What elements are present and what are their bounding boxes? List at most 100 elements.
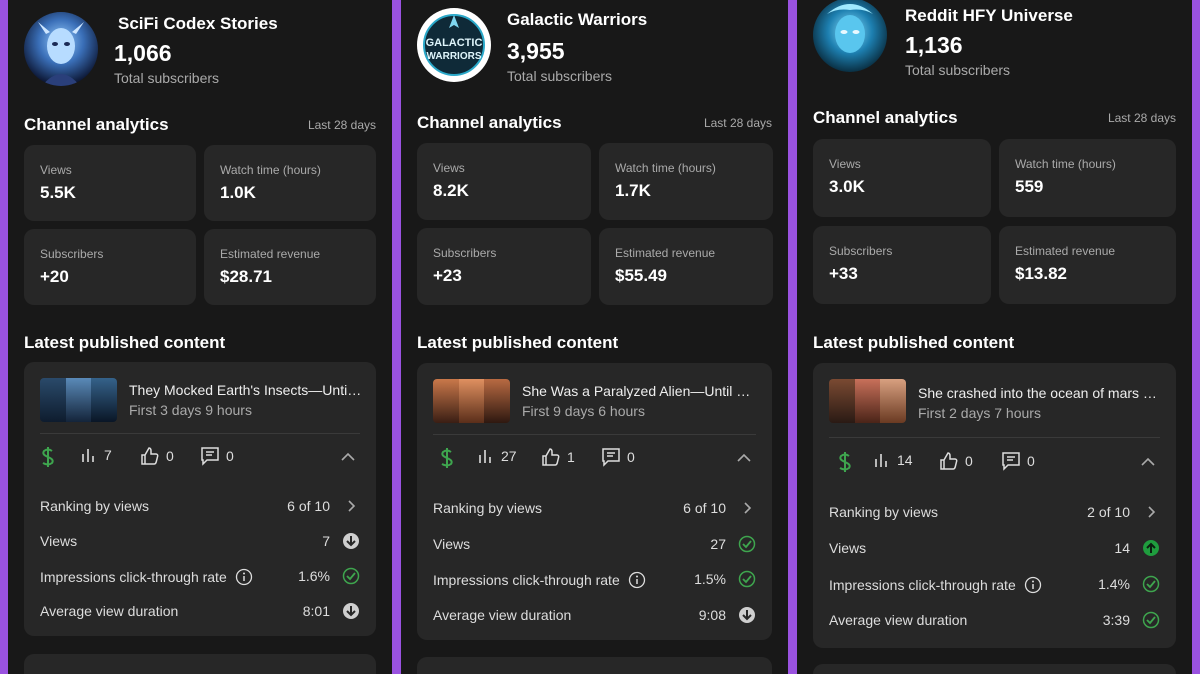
latest-video-card[interactable]: She Was a Paralyzed Alien—Until a Human …	[417, 363, 772, 640]
subscribers-value: +23	[433, 266, 462, 285]
subscribers-value: +20	[40, 267, 69, 286]
watch-time-tile[interactable]: Watch time (hours) 1.7K	[599, 143, 773, 220]
watch-time-value: 559	[1015, 177, 1044, 196]
latest-content-title: Latest published content	[813, 333, 1015, 352]
avd-label: Average view duration	[40, 603, 179, 619]
next-card-stub	[417, 657, 772, 674]
subscribers-tile[interactable]: Subscribers +33	[813, 226, 991, 304]
channel-name[interactable]: Galactic Warriors	[507, 10, 647, 30]
chevron-right-icon[interactable]	[738, 499, 756, 517]
ranking-label: Ranking by views	[40, 498, 149, 514]
thumbs-up-icon	[141, 447, 159, 465]
video-thumbnail[interactable]	[433, 379, 510, 423]
views-metric: 7	[80, 446, 112, 464]
avd-value: 9:08	[698, 607, 726, 623]
views-tile[interactable]: Views 8.2K	[417, 143, 591, 220]
video-period: First 2 days 7 hours	[918, 405, 1041, 421]
info-icon[interactable]	[1024, 576, 1042, 594]
chevron-up-icon[interactable]	[1140, 455, 1156, 473]
ranking-label: Ranking by views	[829, 504, 938, 520]
subscribers-value: +33	[829, 264, 858, 283]
avd-row: Average view duration 8:01	[40, 600, 360, 622]
watch-time-tile[interactable]: Watch time (hours) 559	[999, 139, 1176, 217]
comments-metric: 0	[1001, 451, 1035, 471]
subscriber-count: 1,136	[905, 32, 963, 58]
logo-text-1: GALACTIC	[426, 37, 483, 49]
subscribers-tile[interactable]: Subscribers +20	[24, 229, 196, 305]
chevron-up-icon[interactable]	[340, 450, 356, 468]
comment-icon	[1002, 452, 1020, 471]
next-card-stub	[24, 654, 376, 674]
galactic-warriors-logo-icon[interactable]: GALACTIC WARRIORS	[417, 8, 491, 82]
revenue-tile[interactable]: Estimated revenue $55.49	[599, 228, 773, 305]
ranking-row[interactable]: Ranking by views 2 of 10	[829, 501, 1160, 523]
views-row-label: Views	[829, 540, 867, 556]
ranking-row[interactable]: Ranking by views 6 of 10	[40, 495, 360, 517]
watch-time-label: Watch time (hours)	[1015, 157, 1116, 171]
arrow-up-circle-icon	[1142, 539, 1160, 557]
channel-name[interactable]: Reddit HFY Universe	[905, 6, 1073, 26]
info-icon[interactable]	[235, 568, 253, 586]
ctr-value: 1.5%	[694, 571, 726, 587]
views-count: 14	[897, 452, 913, 468]
video-period: First 3 days 9 hours	[129, 402, 252, 418]
chevron-right-icon[interactable]	[1142, 503, 1160, 521]
period-label: Last 28 days	[703, 116, 772, 130]
check-circle-icon	[738, 570, 756, 588]
video-title[interactable]: They Mocked Earth's Insects—Until the Re…	[129, 382, 362, 398]
comment-icon	[201, 447, 219, 466]
subscribers-tile[interactable]: Subscribers +23	[417, 228, 591, 305]
views-metric: 27	[477, 447, 517, 465]
latest-video-card[interactable]: She crashed into the ocean of mars and a…	[813, 363, 1176, 648]
channel-analytics-title: Channel analytics	[24, 115, 169, 134]
revenue-value: $13.82	[1015, 264, 1067, 283]
views-metric: 14	[873, 451, 913, 469]
subscriber-count: 1,066	[114, 40, 172, 66]
video-thumbnail[interactable]	[40, 378, 117, 422]
logo-text-2: WARRIORS	[427, 51, 482, 62]
bar-chart-icon	[875, 454, 887, 467]
info-icon[interactable]	[628, 571, 646, 589]
latest-content-title: Latest published content	[417, 333, 619, 352]
analytics-grid: Views 8.2K Watch time (hours) 1.7K Subsc…	[417, 143, 773, 305]
views-tile[interactable]: Views 3.0K	[813, 139, 991, 217]
views-row: Views 7	[40, 530, 360, 552]
video-thumbnail[interactable]	[829, 379, 906, 423]
views-row-value: 7	[322, 533, 330, 549]
views-row: Views 27	[433, 533, 756, 555]
revenue-tile[interactable]: Estimated revenue $28.71	[204, 229, 376, 305]
views-label: Views	[40, 163, 72, 177]
watch-time-value: 1.7K	[615, 181, 651, 200]
ctr-label: Impressions click-through rate	[40, 569, 227, 585]
period-label: Last 28 days	[307, 118, 376, 132]
analytics-grid: Views 3.0K Watch time (hours) 559 Subscr…	[813, 139, 1176, 304]
comments-count: 0	[226, 448, 234, 464]
channel-analytics-title: Channel analytics	[417, 113, 562, 132]
revenue-label: Estimated revenue	[1015, 244, 1116, 258]
monetization-icon	[835, 451, 855, 473]
comments-count: 0	[627, 449, 635, 465]
views-row-value: 14	[1114, 540, 1130, 556]
divider	[40, 433, 360, 434]
watch-time-tile[interactable]: Watch time (hours) 1.0K	[204, 145, 376, 221]
comments-count: 0	[1027, 453, 1035, 469]
thumbs-up-icon	[940, 452, 958, 470]
arrow-down-circle-icon	[738, 606, 756, 624]
latest-video-card[interactable]: They Mocked Earth's Insects—Until the Re…	[24, 362, 376, 636]
subscriber-label: Total subscribers	[905, 62, 1011, 78]
ranking-row[interactable]: Ranking by views 6 of 10	[433, 497, 756, 519]
watch-time-label: Watch time (hours)	[615, 161, 716, 175]
chevron-right-icon[interactable]	[342, 497, 360, 515]
channel-name[interactable]: SciFi Codex Stories	[118, 14, 278, 34]
video-title[interactable]: She Was a Paralyzed Alien—Until a Human …	[522, 383, 758, 399]
alien-portrait-avatar-icon[interactable]	[24, 12, 98, 86]
chevron-up-icon[interactable]	[736, 451, 752, 469]
watch-time-label: Watch time (hours)	[220, 163, 321, 177]
views-tile[interactable]: Views 5.5K	[24, 145, 196, 221]
avd-value: 8:01	[302, 603, 330, 619]
avd-row: Average view duration 3:39	[829, 609, 1160, 631]
video-title[interactable]: She crashed into the ocean of mars and a…	[918, 385, 1162, 401]
revenue-tile[interactable]: Estimated revenue $13.82	[999, 226, 1176, 304]
blue-alien-avatar-icon[interactable]	[813, 0, 887, 72]
video-period: First 9 days 6 hours	[522, 403, 645, 419]
